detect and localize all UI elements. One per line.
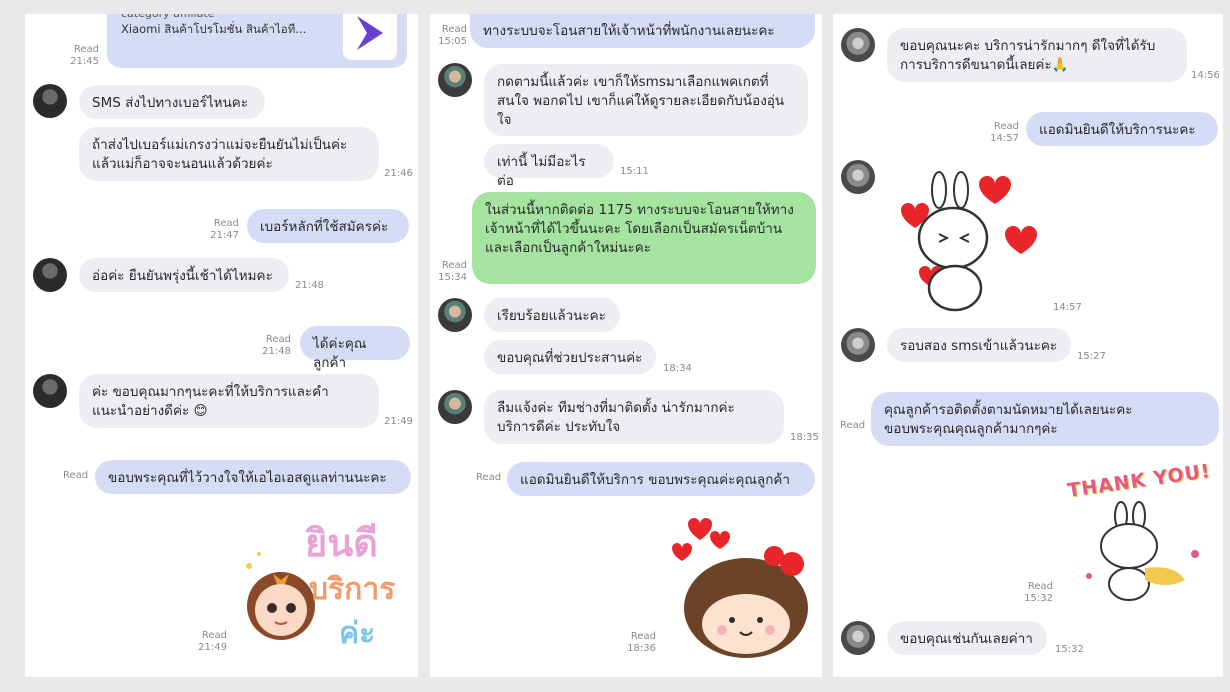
message-time: 14:56	[1191, 70, 1220, 81]
chat-panel-2[interactable]: ทางระบบจะโอนสายให้เจ้าหน้าที่พนักงานเลยน…	[430, 14, 822, 677]
card-line-2: Xiaomi สินค้าโปรโมชั่น สินค้าไอที...	[121, 22, 307, 36]
sticker-text: ยินดี	[305, 521, 378, 565]
sticker-text: บริการ	[309, 572, 396, 607]
read-receipt: Read	[476, 472, 502, 483]
message-time: 21:46	[384, 168, 413, 179]
message-time: 18:35	[790, 432, 819, 443]
customer-avatar[interactable]	[438, 390, 472, 424]
customer-avatar[interactable]	[841, 160, 875, 194]
read-receipt: Read	[840, 420, 866, 431]
read-receipt: Read 21:49	[198, 630, 227, 653]
sticker-text: ค่ะ	[339, 616, 376, 651]
message-time: 15:32	[1055, 644, 1084, 655]
girl-face-sticker[interactable]	[666, 508, 816, 658]
message-bubble[interactable]: ขอบคุณนะคะ บริการน่ารักมากๆ ดีใจที่ได้รั…	[887, 28, 1187, 82]
chat-panel-3[interactable]: ขอบคุณนะคะ บริการน่ารักมากๆ ดีใจที่ได้รั…	[833, 14, 1223, 677]
read-receipt: Read 15:05	[438, 24, 467, 47]
customer-avatar[interactable]	[33, 374, 67, 408]
message-bubble[interactable]: กดตามนี้แล้วค่ะ เขาก็ให้smsมาเลือกแพคเกต…	[484, 64, 808, 136]
message-time: 21:48	[295, 280, 324, 291]
message-bubble[interactable]: ขอบคุณที่ช่วยประสานค่ะ	[484, 340, 656, 374]
message-bubble[interactable]: รอบสอง smsเข้าแล้วนะคะ	[887, 328, 1071, 362]
message-bubble[interactable]: ในส่วนนี้หากติดต่อ 1175 ทางระบบจะโอนสายใ…	[472, 192, 816, 284]
read-receipt: Read 21:47	[210, 218, 239, 241]
customer-avatar[interactable]	[438, 298, 472, 332]
customer-avatar[interactable]	[841, 28, 875, 62]
message-bubble[interactable]: ถ้าส่งไปเบอร์แม่เกรงว่าแม่จะยืนยันไม่เป็…	[79, 127, 379, 181]
message-bubble[interactable]: ค่ะ ขอบคุณมากๆนะคะที่ให้บริการและคำแนะนำ…	[79, 374, 379, 428]
message-bubble[interactable]: ขอบคุณเช่นกันเลยค่าา	[887, 621, 1047, 655]
customer-avatar[interactable]	[33, 258, 67, 292]
customer-avatar[interactable]	[33, 84, 67, 118]
message-bubble[interactable]: SMS ส่งไปทางเบอร์ไหนคะ	[79, 85, 265, 119]
message-time: 15:27	[1077, 351, 1106, 362]
message-bubble[interactable]: ลืมแจ้งค่ะ ทีมช่างที่มาติดตั้ง น่ารักมาก…	[484, 390, 784, 444]
message-bubble[interactable]: อ่อค่ะ ยืนยันพรุ่งนี้เช้าได้ไหมคะ	[79, 258, 289, 292]
read-receipt: Read 15:34	[438, 260, 467, 283]
message-bubble[interactable]: คุณลูกค้ารอติดตั้งตามนัดหมายได้เลยนะคะ ข…	[871, 392, 1219, 446]
message-time: 15:11	[620, 166, 649, 177]
message-bubble[interactable]: แอดมินยินดีให้บริการนะคะ	[1026, 112, 1218, 146]
customer-avatar[interactable]	[841, 621, 875, 655]
customer-avatar[interactable]	[841, 328, 875, 362]
message-time: 14:57	[1053, 302, 1082, 313]
read-receipt: Read 15:32	[1024, 581, 1053, 604]
message-bubble[interactable]: ทางระบบจะโอนสายให้เจ้าหน้าที่พนักงานเลยน…	[470, 14, 815, 48]
message-bubble[interactable]: เท่านี้ ไม่มีอะไรต่อ	[484, 144, 614, 189]
message-bubble[interactable]: ขอบพระคุณที่ไว้วางใจให้เอไอเอสดูแลท่านนะ…	[95, 460, 411, 494]
message-bubble[interactable]: แอดมินยินดีให้บริการ ขอบพระคุณค่ะคุณลูกค…	[507, 462, 815, 496]
message-bubble[interactable]: ได้ค่ะคุณลูกค้า	[300, 326, 410, 371]
read-receipt: Read 21:48	[262, 334, 291, 357]
thank-you-sticker[interactable]: THANK YOU!	[1065, 460, 1215, 604]
message-bubble[interactable]: เรียบร้อยแล้วนะคะ	[484, 298, 620, 332]
rabbit-hearts-sticker[interactable]	[893, 164, 1043, 314]
read-receipt: Read 18:36	[627, 631, 656, 654]
message-time: 18:34	[663, 363, 692, 374]
customer-avatar[interactable]	[438, 63, 472, 97]
read-receipt: Read 21:45	[70, 44, 99, 67]
welcome-sticker[interactable]: ยินดี บริการ ค่ะ	[237, 504, 417, 654]
message-bubble[interactable]: เบอร์หลักที่ใช้สมัครค่ะ	[247, 209, 409, 243]
link-preview-card[interactable]: category affiliate Xiaomi สินค้าโปรโมชั่…	[107, 14, 407, 68]
brand-logo-icon	[343, 14, 397, 60]
message-time: 21:49	[384, 416, 413, 427]
chat-panel-1[interactable]: category affiliate Xiaomi สินค้าโปรโมชั่…	[25, 14, 418, 677]
read-receipt: Read	[63, 470, 89, 481]
read-receipt: Read 14:57	[990, 121, 1019, 144]
